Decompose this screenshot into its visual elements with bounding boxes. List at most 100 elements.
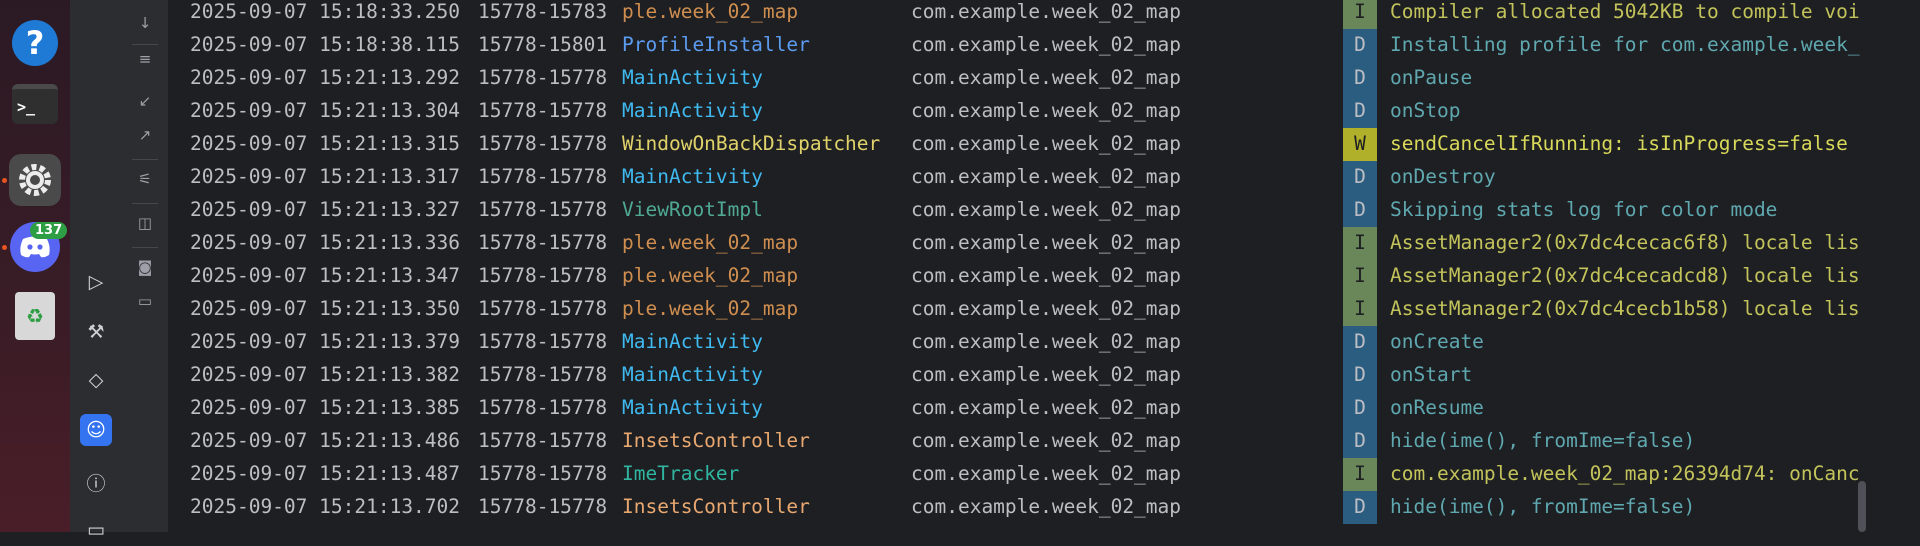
log-message: Installing profile for com.example.week_ — [1390, 33, 1860, 56]
log-pid: 15778-15778 — [478, 264, 608, 287]
log-level: D — [1343, 194, 1377, 227]
log-level: D — [1343, 161, 1377, 194]
gem-icon[interactable]: ◇ — [80, 364, 112, 396]
expand-icon[interactable]: ↗ — [134, 124, 156, 146]
log-row[interactable]: 2025-09-07 15:18:38.115 15778-15801 Profil… — [168, 29, 1870, 64]
log-level: D — [1343, 95, 1377, 128]
log-message: AssetManager2(0x7dc4cecadcd8) locale lis — [1390, 264, 1860, 287]
log-row[interactable]: 2025-09-07 15:21:13.292 15778-15778 MainAc… — [168, 62, 1870, 97]
log-message: Skipping stats log for color mode — [1390, 198, 1778, 221]
logcat-cat-icon[interactable]: ☺ — [80, 414, 112, 446]
run-icon[interactable]: ▷ — [80, 266, 112, 298]
log-row[interactable]: 2025-09-07 15:21:13.487 15778-15778 ImeTra… — [168, 458, 1870, 493]
log-message: onCreate — [1390, 330, 1484, 353]
log-level: D — [1343, 491, 1377, 524]
log-pid: 15778-15778 — [478, 297, 608, 320]
terminal-icon[interactable]: ▭ — [80, 514, 112, 546]
log-row[interactable]: 2025-09-07 15:21:13.327 15778-15778 ViewRo… — [168, 194, 1870, 229]
log-package: com.example.week_02_map — [911, 363, 1182, 386]
collapse-icon[interactable]: ↙ — [134, 90, 156, 112]
log-package: com.example.week_02_map — [911, 165, 1182, 188]
log-row[interactable]: 2025-09-07 15:21:13.317 15778-15778 MainAc… — [168, 161, 1870, 196]
split-panels-icon[interactable]: ◫ — [134, 212, 156, 234]
log-message: onResume — [1390, 396, 1484, 419]
log-level: I — [1343, 458, 1377, 491]
log-date: 2025-09-07 15:21:13.382 — [190, 363, 461, 386]
help-app-icon[interactable]: ? — [12, 20, 58, 66]
log-pid: 15778-15778 — [478, 330, 608, 353]
log-tag: ple.week_02_map — [622, 264, 799, 287]
log-tag: MainActivity — [622, 165, 763, 188]
log-message: AssetManager2(0x7dc4cecac6f8) locale lis — [1390, 231, 1860, 254]
log-date: 2025-09-07 15:21:13.347 — [190, 264, 461, 287]
log-message: sendCancelIfRunning: isInProgress=false — [1390, 132, 1848, 155]
logcat-output[interactable]: 2025-09-07 15:18:33.250 15778-15783 ple.we… — [168, 0, 1870, 532]
screen-record-icon[interactable]: ▭ — [134, 290, 156, 312]
toolbar-divider — [132, 159, 158, 160]
trash-app-icon[interactable]: ♻ — [15, 292, 55, 340]
log-tag: MainActivity — [622, 66, 763, 89]
log-date: 2025-09-07 15:21:13.385 — [190, 396, 461, 419]
log-level: D — [1343, 29, 1377, 62]
filter-settings-icon[interactable]: ⚟ — [134, 168, 156, 190]
log-message: hide(ime(), fromIme=false) — [1390, 495, 1696, 518]
build-hammer-icon[interactable]: ⚒ — [80, 316, 112, 348]
screenshot-camera-icon[interactable]: ◙ — [134, 256, 156, 278]
log-tag: MainActivity — [622, 363, 763, 386]
log-package: com.example.week_02_map — [911, 132, 1182, 155]
log-row[interactable]: 2025-09-07 15:21:13.486 15778-15778 Insets… — [168, 425, 1870, 460]
problems-icon[interactable]: ⓘ — [80, 466, 112, 498]
log-level: D — [1343, 425, 1377, 458]
log-row[interactable]: 2025-09-07 15:21:13.350 15778-15778 ple.we… — [168, 293, 1870, 328]
running-indicator — [2, 245, 7, 250]
editor-right-gutter — [1870, 0, 1920, 532]
log-date: 2025-09-07 15:21:13.702 — [190, 495, 461, 518]
soft-wrap-icon[interactable]: ≡ — [134, 48, 156, 70]
log-pid: 15778-15778 — [478, 231, 608, 254]
log-package: com.example.week_02_map — [911, 198, 1182, 221]
log-row[interactable]: 2025-09-07 15:21:13.702 15778-15778 Insets… — [168, 491, 1870, 526]
log-tag: MainActivity — [622, 396, 763, 419]
log-tag: ple.week_02_map — [622, 0, 799, 23]
log-row[interactable]: 2025-09-07 15:21:13.304 15778-15778 MainAc… — [168, 95, 1870, 130]
log-tag: InsetsController — [622, 495, 810, 518]
log-tag: MainActivity — [622, 99, 763, 122]
log-message: AssetManager2(0x7dc4cecb1b58) locale lis — [1390, 297, 1860, 320]
log-date: 2025-09-07 15:21:13.304 — [190, 99, 461, 122]
log-pid: 15778-15778 — [478, 495, 608, 518]
log-date: 2025-09-07 15:21:13.350 — [190, 297, 461, 320]
log-date: 2025-09-07 15:18:33.250 — [190, 0, 461, 23]
log-package: com.example.week_02_map — [911, 231, 1182, 254]
log-row[interactable]: 2025-09-07 15:21:13.379 15778-15778 MainAc… — [168, 326, 1870, 361]
log-tag: InsetsController — [622, 429, 810, 452]
log-pid: 15778-15778 — [478, 429, 608, 452]
log-package: com.example.week_02_map — [911, 297, 1182, 320]
settings-app-icon[interactable] — [9, 154, 61, 206]
toolbar-divider — [132, 247, 158, 248]
log-date: 2025-09-07 15:21:13.486 — [190, 429, 461, 452]
vertical-scrollbar[interactable] — [1858, 481, 1866, 532]
log-pid: 15778-15778 — [478, 132, 608, 155]
log-row[interactable]: 2025-09-07 15:21:13.385 15778-15778 MainAc… — [168, 392, 1870, 427]
log-row[interactable]: 2025-09-07 15:21:13.382 15778-15778 MainAc… — [168, 359, 1870, 394]
notification-badge: 137 — [30, 222, 68, 239]
log-date: 2025-09-07 15:21:13.317 — [190, 165, 461, 188]
scroll-to-end-icon[interactable]: ↓ — [134, 12, 156, 34]
log-row[interactable]: 2025-09-07 15:21:13.336 15778-15778 ple.we… — [168, 227, 1870, 262]
gear-icon — [19, 164, 51, 196]
log-package: com.example.week_02_map — [911, 33, 1182, 56]
log-date: 2025-09-07 15:21:13.315 — [190, 132, 461, 155]
log-row[interactable]: 2025-09-07 15:18:33.250 15778-15783 ple.we… — [168, 0, 1870, 31]
log-date: 2025-09-07 15:21:13.336 — [190, 231, 461, 254]
running-indicator — [2, 178, 7, 183]
terminal-app-icon[interactable]: >_ — [12, 84, 58, 124]
log-row[interactable]: 2025-09-07 15:21:13.315 15778-15778 Window… — [168, 128, 1870, 163]
log-pid: 15778-15801 — [478, 33, 608, 56]
log-pid: 15778-15778 — [478, 66, 608, 89]
log-message: hide(ime(), fromIme=false) — [1390, 429, 1696, 452]
toolbar-divider — [132, 44, 158, 45]
log-pid: 15778-15778 — [478, 165, 608, 188]
log-tag: ViewRootImpl — [622, 198, 763, 221]
log-package: com.example.week_02_map — [911, 99, 1182, 122]
log-row[interactable]: 2025-09-07 15:21:13.347 15778-15778 ple.we… — [168, 260, 1870, 295]
